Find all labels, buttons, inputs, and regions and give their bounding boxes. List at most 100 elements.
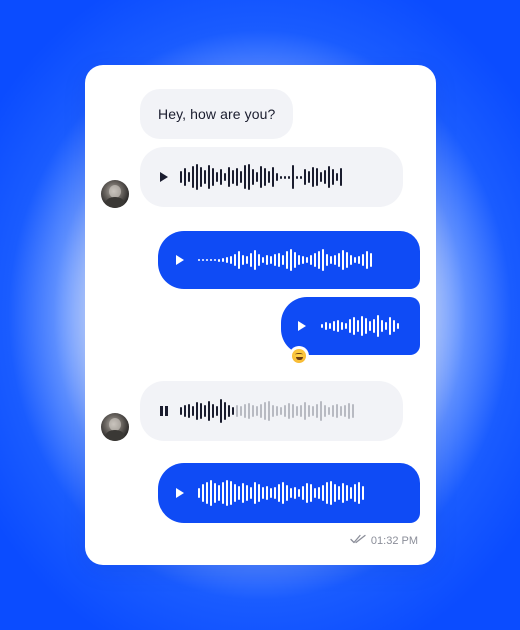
waveform-bar xyxy=(180,171,182,183)
waveform-bar xyxy=(276,173,278,181)
waveform-bar xyxy=(304,169,306,185)
waveform-bar xyxy=(328,407,330,415)
waveform-bar xyxy=(262,257,264,263)
waveform[interactable] xyxy=(180,160,344,194)
waveform-bar xyxy=(284,405,286,417)
waveform-bar xyxy=(336,404,338,418)
waveform-bar xyxy=(308,171,310,183)
waveform-bar xyxy=(288,175,290,179)
waveform-bar xyxy=(204,170,206,184)
waveform-bar xyxy=(236,405,238,417)
waveform-bar xyxy=(198,488,200,498)
waveform-bar xyxy=(292,404,294,418)
waveform-bar xyxy=(333,321,335,331)
waveform-bar xyxy=(362,254,364,266)
waveform[interactable] xyxy=(321,309,401,343)
waveform-bar xyxy=(208,165,210,189)
waveform-bar xyxy=(288,403,290,419)
waveform-bar xyxy=(290,249,292,271)
waveform-bar xyxy=(230,481,232,505)
waveform-bar xyxy=(262,487,264,499)
waveform-bar xyxy=(206,259,208,261)
waveform-bar xyxy=(350,255,352,265)
waveform-bar xyxy=(298,255,300,265)
waveform-bar xyxy=(278,253,280,267)
waveform-bar xyxy=(336,173,338,181)
waveform-bar xyxy=(330,256,332,264)
waveform-bar xyxy=(220,399,222,423)
message-timestamp: 01:32 PM xyxy=(350,534,418,547)
outgoing-voice-bubble xyxy=(158,463,420,523)
incoming-voice-bubble xyxy=(140,147,403,207)
waveform-bar xyxy=(342,250,344,270)
waveform-bar xyxy=(240,171,242,183)
waveform-bar xyxy=(248,403,250,419)
waveform-bar xyxy=(377,315,379,337)
waveform-bar xyxy=(314,253,316,267)
waveform-bar xyxy=(254,250,256,270)
waveform-bar xyxy=(210,259,212,261)
waveform[interactable] xyxy=(198,243,374,277)
play-icon[interactable] xyxy=(160,172,168,182)
waveform-bar xyxy=(337,320,339,332)
double-check-icon xyxy=(350,534,366,547)
waveform-bar xyxy=(294,252,296,268)
waveform-bar xyxy=(250,253,252,267)
waveform[interactable] xyxy=(180,394,356,428)
waveform-bar xyxy=(322,249,324,271)
waveform-bar xyxy=(332,169,334,185)
waveform-bar xyxy=(332,405,334,417)
waveform-bar xyxy=(280,175,282,179)
waveform[interactable] xyxy=(198,476,366,510)
waveform-bar xyxy=(349,319,351,333)
waveform-bar xyxy=(226,257,228,263)
waveform-bar xyxy=(362,486,364,500)
outgoing-voice-bubble xyxy=(158,231,420,289)
waveform-bar xyxy=(340,406,342,416)
waveform-bar xyxy=(316,404,318,418)
waveform-bar xyxy=(342,483,344,503)
waveform-bar xyxy=(316,168,318,186)
waveform-bar xyxy=(264,402,266,420)
waveform-bar xyxy=(196,164,198,190)
waveform-bar xyxy=(202,484,204,502)
waveform-bar xyxy=(348,403,350,419)
waveform-bar xyxy=(308,405,310,417)
waveform-bar xyxy=(222,482,224,504)
waveform-bar xyxy=(276,406,278,416)
play-icon[interactable] xyxy=(176,488,184,498)
avatar[interactable] xyxy=(101,180,129,208)
waveform-bar xyxy=(278,484,280,502)
waveform-bar xyxy=(373,319,375,333)
waveform-bar xyxy=(268,171,270,183)
avatar[interactable] xyxy=(101,413,129,441)
waveform-bar xyxy=(296,406,298,416)
waveform-bar xyxy=(354,484,356,502)
waveform-bar xyxy=(196,402,198,420)
waveform-bar xyxy=(361,316,363,336)
waveform-bar xyxy=(270,488,272,498)
waveform-bar xyxy=(252,405,254,417)
play-icon[interactable] xyxy=(298,321,306,331)
waveform-bar xyxy=(326,482,328,504)
waveform-bar xyxy=(306,257,308,263)
waveform-bar xyxy=(250,487,252,499)
waveform-bar xyxy=(234,484,236,502)
laughing-emoji-icon[interactable] xyxy=(289,346,309,366)
waveform-bar xyxy=(242,255,244,265)
waveform-bar xyxy=(256,172,258,182)
waveform-bar xyxy=(242,483,244,503)
time-label: 01:32 PM xyxy=(370,534,418,547)
waveform-bar xyxy=(338,486,340,500)
waveform-bar xyxy=(244,165,246,189)
waveform-bar xyxy=(258,254,260,266)
waveform-bar xyxy=(248,164,250,190)
waveform-bar xyxy=(310,484,312,502)
waveform-bar xyxy=(180,407,182,415)
emoji-face xyxy=(292,349,306,363)
play-icon[interactable] xyxy=(176,255,184,265)
waveform-bar xyxy=(357,320,359,332)
waveform-bar xyxy=(369,321,371,331)
waveform-bar xyxy=(350,487,352,499)
pause-icon[interactable] xyxy=(160,406,168,416)
